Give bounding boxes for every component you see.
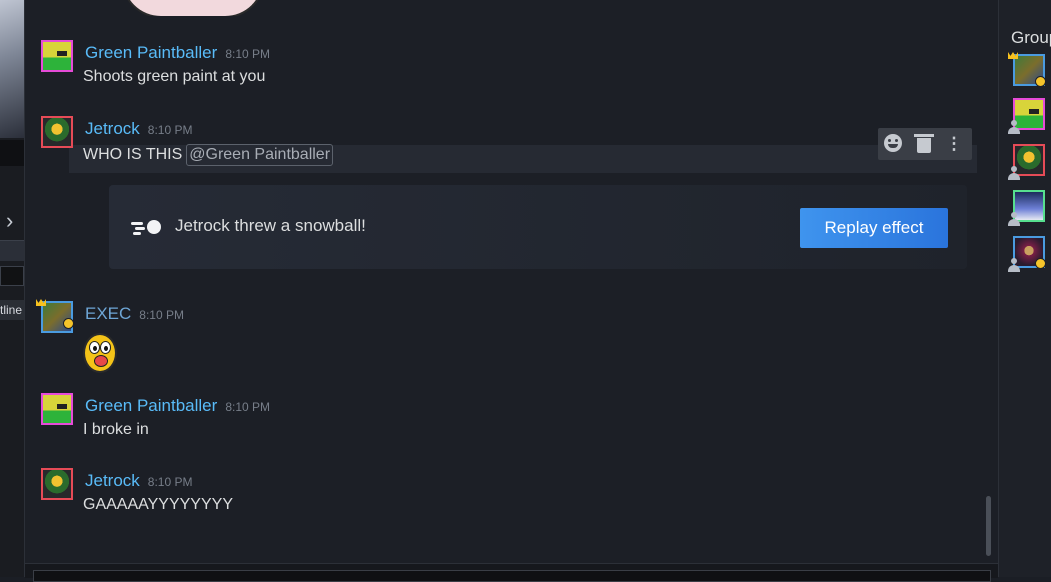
- emoji-react-icon[interactable]: [884, 134, 904, 154]
- avatar[interactable]: [41, 468, 73, 500]
- message-time: 8:10 PM: [225, 47, 271, 61]
- status-dot: [1035, 76, 1046, 87]
- avatar[interactable]: [41, 40, 73, 72]
- group-members-panel: Group: [998, 0, 1051, 577]
- message-text: GAAAAAYYYYYYYY: [83, 496, 233, 513]
- message-time: 8:10 PM: [225, 400, 271, 414]
- message-author[interactable]: Jetrock 8:10 PM: [85, 119, 193, 139]
- message-text: Shoots green paint at you: [83, 68, 266, 85]
- message-author[interactable]: Green Paintballer 8:10 PM: [85, 43, 270, 63]
- user-icon: [1008, 258, 1020, 272]
- effect-card: Jetrock threw a snowball! Replay effect: [109, 185, 967, 269]
- message-time: 8:10 PM: [139, 308, 184, 322]
- user-icon: [1008, 212, 1020, 226]
- message-actions-toolbar: ⋮: [878, 128, 972, 160]
- sticker-image: [121, 0, 261, 16]
- more-options-icon[interactable]: ⋮: [944, 134, 964, 154]
- left-side-panel: › tline: [0, 0, 25, 577]
- message-text: I broke in: [83, 421, 149, 438]
- surprised-emoji-icon: [83, 333, 117, 373]
- message-input-area: [25, 563, 998, 582]
- chat-area: Green Paintballer 8:10 PM Shoots green pa…: [25, 0, 998, 582]
- message-text: WHO IS THIS @Green Paintballer: [83, 144, 334, 166]
- side-control-secondary[interactable]: [0, 266, 24, 286]
- member-item[interactable]: [1008, 52, 1046, 88]
- effect-text: Jetrock threw a snowball!: [175, 216, 366, 235]
- replay-effect-button[interactable]: Replay effect: [800, 208, 948, 248]
- status-dot: [1035, 258, 1046, 269]
- message-author[interactable]: Green Paintballer 8:10 PM: [85, 396, 270, 416]
- members-panel-title: Group: [1011, 28, 1051, 47]
- chevron-right-icon[interactable]: ›: [6, 208, 24, 234]
- snowball-icon: [131, 219, 161, 235]
- avatar[interactable]: [41, 393, 73, 425]
- message-time: 8:10 PM: [147, 123, 193, 137]
- message-input[interactable]: [33, 570, 991, 582]
- user-mention[interactable]: @Green Paintballer: [186, 144, 334, 166]
- member-item[interactable]: [1008, 236, 1046, 272]
- side-bar: [0, 140, 24, 166]
- side-thumbnail: [0, 0, 24, 138]
- user-icon: [1008, 120, 1020, 134]
- chat-scrollbar[interactable]: [986, 496, 991, 556]
- message-author[interactable]: Jetrock 8:10 PM: [85, 471, 193, 491]
- side-control[interactable]: [0, 240, 24, 261]
- message-time: 8:10 PM: [147, 475, 193, 489]
- trash-icon[interactable]: [914, 134, 934, 154]
- user-icon: [1008, 166, 1020, 180]
- member-item[interactable]: [1008, 98, 1045, 134]
- member-item[interactable]: [1008, 190, 1045, 226]
- status-dot: [63, 318, 74, 329]
- outline-label[interactable]: tline: [0, 300, 24, 320]
- member-item[interactable]: [1008, 144, 1045, 180]
- message-author[interactable]: EXEC 8:10 PM: [85, 304, 184, 324]
- avatar[interactable]: [41, 116, 73, 148]
